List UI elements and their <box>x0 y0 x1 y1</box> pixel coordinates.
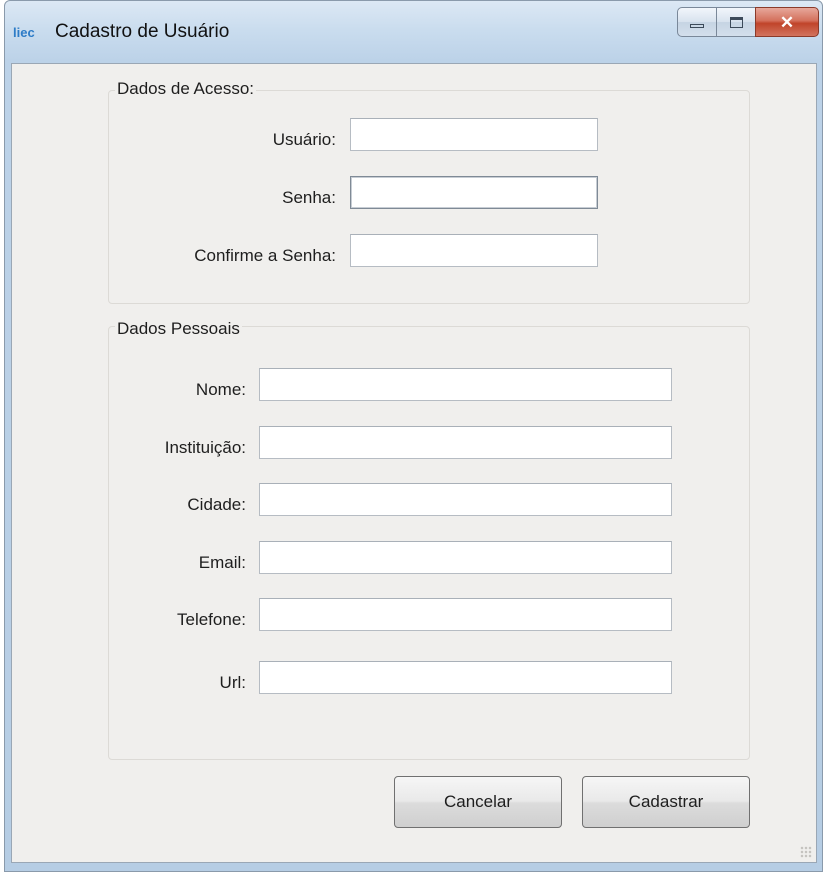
submit-button[interactable]: Cadastrar <box>582 776 750 828</box>
confirm-password-label: Confirme a Senha: <box>194 246 336 265</box>
maximize-button[interactable] <box>716 7 756 37</box>
password-input[interactable] <box>350 176 598 209</box>
city-label: Cidade: <box>187 495 246 514</box>
name-input[interactable] <box>259 368 672 401</box>
cancel-button[interactable]: Cancelar <box>394 776 562 828</box>
access-group-title: Dados de Acesso: <box>115 79 257 99</box>
confirm-password-input[interactable] <box>350 234 598 267</box>
window-title: Cadastro de Usuário <box>55 21 230 42</box>
email-label: Email: <box>198 553 246 572</box>
password-label: Senha: <box>282 188 336 207</box>
institution-input[interactable] <box>259 426 672 459</box>
maximize-icon <box>729 16 743 28</box>
personal-group-title: Dados Pessoais <box>115 319 242 339</box>
name-label: Nome: <box>195 380 246 399</box>
title-bar[interactable]: liec Cadastro de Usuário ✕ <box>5 1 822 63</box>
resize-grip[interactable] <box>800 846 812 858</box>
app-icon: liec <box>13 25 35 40</box>
url-label: Url: <box>219 673 246 692</box>
phone-label: Telefone: <box>177 610 246 629</box>
username-input[interactable] <box>350 118 598 151</box>
username-label: Usuário: <box>272 130 336 149</box>
minimize-button[interactable] <box>677 7 717 37</box>
dialog-window: liec Cadastro de Usuário ✕ Dados de Aces… <box>4 0 823 872</box>
close-button[interactable]: ✕ <box>755 7 819 37</box>
close-icon: ✕ <box>779 12 795 32</box>
institution-label: Instituição: <box>164 438 246 457</box>
email-input[interactable] <box>259 541 672 574</box>
city-input[interactable] <box>259 483 672 516</box>
form-client-area: Dados de Acesso: Usuário: Senha: Confirm… <box>11 63 817 863</box>
url-input[interactable] <box>259 661 672 694</box>
minimize-icon <box>690 24 704 28</box>
phone-input[interactable] <box>259 598 672 631</box>
